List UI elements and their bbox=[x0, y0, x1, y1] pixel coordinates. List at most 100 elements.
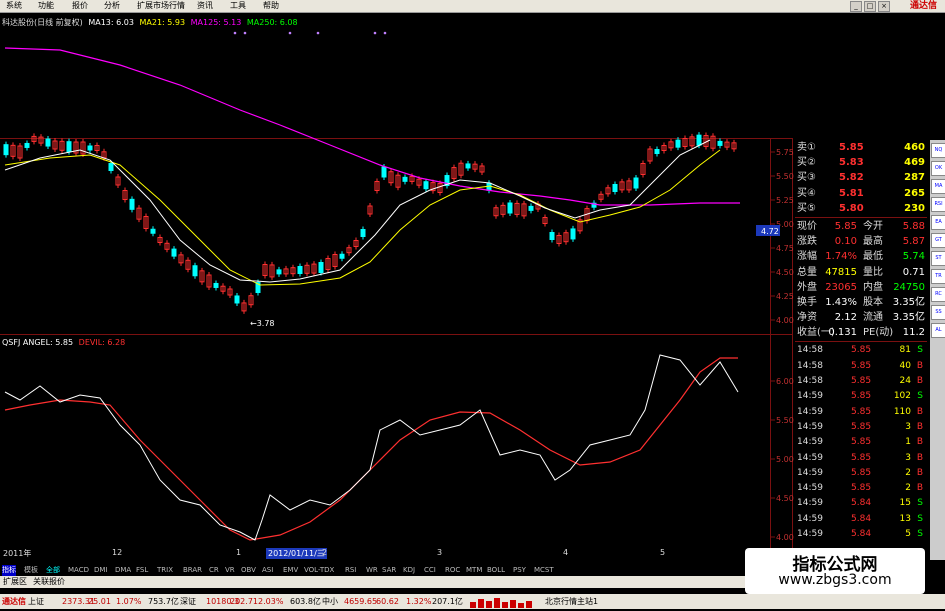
indicator-tab[interactable]: FSL bbox=[136, 565, 148, 576]
stat-value: 24750 bbox=[893, 281, 925, 293]
tick-volume: 102 bbox=[893, 391, 911, 402]
tick-time: 14:59 bbox=[797, 483, 823, 494]
status-item: 北京行情主站1 bbox=[545, 597, 599, 606]
tick-time: 14:59 bbox=[797, 467, 823, 478]
sidebar-tab-icon[interactable]: GT bbox=[931, 233, 945, 248]
bid-label: 买⑤ bbox=[797, 202, 816, 214]
tick-time: 14:59 bbox=[797, 529, 823, 539]
indicator-tab[interactable]: DMA bbox=[115, 565, 131, 576]
stat-value: 0.131 bbox=[828, 327, 857, 339]
tick-side: S bbox=[917, 529, 923, 539]
tick-time: 14:59 bbox=[797, 452, 823, 463]
bid-row: 买④ 5.81 265 bbox=[795, 186, 927, 201]
tick-side: S bbox=[917, 391, 923, 402]
indicator-axis-label: 4.50 bbox=[776, 494, 794, 503]
indicator-tab[interactable]: EMV bbox=[283, 565, 298, 576]
indicator-tab[interactable]: OBV bbox=[241, 565, 256, 576]
indicator-tab[interactable]: KDJ bbox=[403, 565, 415, 576]
stat-value: 11.2 bbox=[902, 327, 925, 339]
indicator-tab[interactable]: 指标 bbox=[2, 565, 16, 576]
tick-row: 14:58 5.85 40 B bbox=[795, 359, 927, 374]
status-item: 1.32% bbox=[406, 597, 432, 606]
stat-label: 现价 bbox=[797, 220, 817, 232]
indicator-tab[interactable]: PSY bbox=[513, 565, 526, 576]
sidebar-tab-icon[interactable]: TR bbox=[931, 269, 945, 284]
indicator-tab[interactable]: 模板 bbox=[24, 565, 38, 576]
indicator-tab[interactable]: ASI bbox=[262, 565, 273, 576]
tick-time: 14:58 bbox=[797, 360, 823, 371]
stat-value: 47815 bbox=[825, 266, 857, 278]
ext-area-tab[interactable]: 扩展区 bbox=[3, 576, 27, 588]
stat-label: 涨跌 bbox=[797, 236, 817, 248]
indicator-tab[interactable]: VR bbox=[225, 565, 235, 576]
stat-row: 涨跌 0.10 最高 5.87 bbox=[795, 234, 927, 249]
tick-side: S bbox=[917, 498, 923, 509]
marker-dot bbox=[383, 31, 387, 35]
indicator-tab[interactable]: MACD bbox=[68, 565, 89, 576]
tick-time: 14:59 bbox=[797, 498, 823, 509]
tick-side: B bbox=[916, 452, 923, 463]
time-axis-label: 2 bbox=[322, 548, 328, 557]
bid-label: 买③ bbox=[797, 172, 816, 184]
status-item: 60.62 bbox=[376, 597, 399, 606]
indicator-tab[interactable]: BRAR bbox=[183, 565, 202, 576]
tick-volume: 13 bbox=[899, 513, 911, 524]
indicator-tab[interactable]: WR bbox=[366, 565, 378, 576]
stat-value: 1.43% bbox=[825, 296, 857, 308]
bid-row: 买③ 5.82 287 bbox=[795, 170, 927, 185]
bid-row: 买⑤ 5.80 230 bbox=[795, 201, 927, 216]
related-quote-tab[interactable]: 关联报价 bbox=[33, 576, 65, 588]
tick-row: 14:59 5.85 3 B bbox=[795, 451, 927, 466]
tick-side: B bbox=[916, 437, 923, 448]
tick-price: 5.85 bbox=[851, 483, 872, 494]
tick-volume: 3 bbox=[905, 452, 911, 463]
tick-row: 14:59 5.85 3 B bbox=[795, 420, 927, 435]
sidebar-tabs: NQ OK MA RSI EA GT ST TR RC SS AL bbox=[930, 140, 945, 560]
indicator-tab[interactable]: CR bbox=[209, 565, 219, 576]
price-marker: 4.72 bbox=[761, 227, 779, 236]
bid-label: 卖① bbox=[797, 142, 816, 153]
sidebar-tab-icon[interactable]: RC bbox=[931, 287, 945, 302]
indicator-tab[interactable]: MCST bbox=[534, 565, 554, 576]
time-axis-label: 5 bbox=[660, 548, 666, 557]
time-axis-label: 12 bbox=[112, 548, 123, 557]
sidebar-tab-icon[interactable]: NQ bbox=[931, 143, 945, 158]
tick-price: 5.84 bbox=[851, 498, 872, 509]
indicator-axis-label: 4.00 bbox=[776, 533, 794, 542]
tick-price: 5.85 bbox=[851, 406, 872, 417]
stat-value: 5.88 bbox=[902, 220, 925, 232]
indicator-tab[interactable]: SAR bbox=[382, 565, 396, 576]
indicator-tab[interactable]: TRIX bbox=[157, 565, 173, 576]
indicator-tab[interactable]: MTM bbox=[466, 565, 482, 576]
indicator-tab[interactable]: RSI bbox=[345, 565, 356, 576]
tick-row: 14:59 5.84 15 S bbox=[795, 496, 927, 511]
sidebar-tab-icon[interactable]: ST bbox=[931, 251, 945, 266]
tick-volume: 5 bbox=[905, 529, 911, 539]
tick-price: 5.85 bbox=[851, 345, 872, 356]
marker-dot bbox=[243, 31, 247, 35]
tick-price: 5.84 bbox=[851, 513, 872, 524]
tick-price: 5.85 bbox=[851, 437, 872, 448]
indicator-tab[interactable]: CCI bbox=[424, 565, 436, 576]
sidebar-tab-icon[interactable]: EA bbox=[931, 215, 945, 230]
sidebar-tab-icon[interactable]: RSI bbox=[931, 197, 945, 212]
indicator-tab[interactable]: VOL-TDX bbox=[304, 565, 334, 576]
sidebar-tab-icon[interactable]: SS bbox=[931, 305, 945, 320]
sidebar-tab-icon[interactable]: AL bbox=[931, 323, 945, 338]
status-item: 25.01 bbox=[88, 597, 111, 606]
sidebar-tab-icon[interactable]: OK bbox=[931, 161, 945, 176]
stat-value: 5.85 bbox=[834, 220, 857, 232]
indicator-tab[interactable]: 全部 bbox=[46, 565, 60, 576]
indicator-tab[interactable]: DMI bbox=[94, 565, 108, 576]
sidebar-tab-icon[interactable]: MA bbox=[931, 179, 945, 194]
tick-price: 5.85 bbox=[851, 467, 872, 478]
status-item: 202.71 bbox=[230, 597, 258, 606]
marker-dot bbox=[288, 31, 292, 35]
divider bbox=[795, 216, 927, 218]
indicator-tab[interactable]: ROC bbox=[445, 565, 460, 576]
indicator-tab[interactable]: BOLL bbox=[487, 565, 505, 576]
tick-time: 14:59 bbox=[797, 391, 823, 402]
stat-label: 流通 bbox=[863, 312, 883, 324]
tick-volume: 110 bbox=[893, 406, 911, 417]
ma125-line bbox=[4, 47, 740, 206]
